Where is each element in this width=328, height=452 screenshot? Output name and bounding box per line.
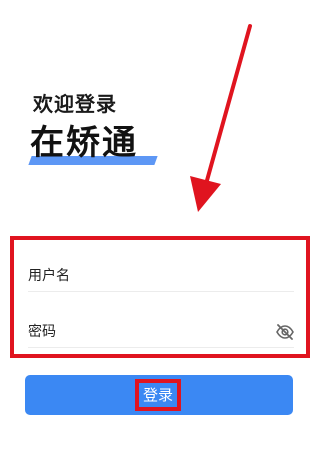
login-button-label: 登录 (142, 386, 173, 404)
login-label-highlight: 登录 (135, 379, 181, 411)
welcome-heading: 欢迎登录 (33, 92, 117, 116)
brand-name: 在矫通 (30, 123, 138, 163)
username-input[interactable] (28, 262, 268, 290)
username-field[interactable] (28, 262, 294, 292)
password-field[interactable] (28, 318, 294, 348)
login-page: 欢迎登录 在矫通 登录 (0, 0, 328, 452)
brand-logo: 在矫通 (28, 123, 160, 171)
login-form (10, 236, 310, 358)
eye-off-icon[interactable] (276, 324, 294, 340)
login-button[interactable]: 登录 (25, 375, 293, 415)
password-input[interactable] (28, 318, 268, 346)
